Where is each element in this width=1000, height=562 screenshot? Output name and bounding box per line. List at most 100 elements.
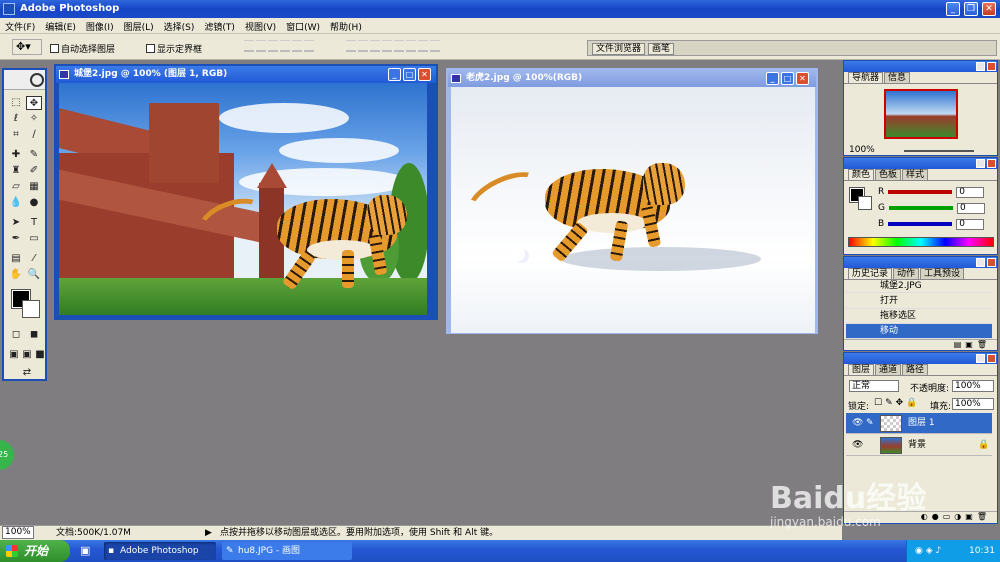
tab-color[interactable]: 颜色 (848, 169, 875, 180)
document-window-castle[interactable]: 城堡2.jpg @ 100% (图层 1, RGB) _ □ ✕ (54, 64, 438, 320)
path-select-icon[interactable]: ➤ (8, 216, 24, 230)
lasso-tool-icon[interactable]: ℓ (8, 112, 24, 126)
tab-layers[interactable]: 图层 (848, 364, 875, 375)
tiger-layer[interactable] (192, 190, 417, 305)
doc-minimize-button[interactable]: _ (766, 72, 779, 85)
minimize-button[interactable]: _ (946, 2, 960, 16)
panel-background-swatch[interactable] (858, 196, 872, 210)
tool-preset-picker[interactable]: ✥▾ (12, 39, 42, 55)
zoom-tool-icon[interactable]: 🔍 (26, 268, 42, 282)
doc-minimize-button[interactable]: _ (388, 68, 401, 81)
eraser-tool-icon[interactable]: ▱ (8, 180, 24, 194)
tab-file-browser[interactable]: 文件浏览器 (592, 43, 646, 55)
color-spectrum-bar[interactable] (848, 237, 994, 247)
history-item-move[interactable]: 移动 (846, 324, 992, 339)
lock-icons[interactable]: ☐✎✥🔒 (874, 398, 920, 408)
panel-minimize-button[interactable] (976, 159, 985, 168)
tab-history[interactable]: 历史记录 (848, 268, 893, 279)
panel-close-button[interactable] (987, 62, 996, 71)
tab-swatches[interactable]: 色板 (875, 169, 902, 180)
history-item-drag-selection[interactable]: 拖移选区 (846, 309, 992, 324)
tab-channels[interactable]: 通道 (875, 364, 902, 375)
tab-brushes[interactable]: 画笔 (648, 43, 675, 55)
history-item-open[interactable]: 打开 (846, 294, 992, 309)
tab-styles[interactable]: 样式 (902, 169, 929, 180)
start-button[interactable]: 开始 (0, 540, 70, 562)
status-arrow-icon[interactable]: ▶ (205, 526, 212, 540)
tab-paths[interactable]: 路径 (902, 364, 929, 375)
green-value[interactable]: 0 (956, 202, 985, 214)
move-tool-icon[interactable]: ✥ (26, 96, 42, 110)
show-bounds-checkbox[interactable]: 显示定界框 (146, 42, 202, 55)
castle-canvas[interactable] (59, 83, 427, 315)
history-footer-buttons[interactable]: ▤▣🗑 (844, 339, 997, 350)
slice-tool-icon[interactable]: ∕ (26, 128, 42, 142)
fill-field[interactable]: 100% (952, 398, 994, 410)
tab-info[interactable]: 信息 (884, 72, 911, 83)
type-tool-icon[interactable]: T (26, 216, 42, 230)
blend-mode-select[interactable]: 正常 (849, 380, 899, 392)
crop-tool-icon[interactable]: ⌗ (8, 128, 24, 142)
layer-row-layer1[interactable]: 👁 ✎ 图层 1 (846, 413, 992, 434)
magic-wand-icon[interactable]: ✧ (26, 112, 42, 126)
menu-help[interactable]: 帮助(H) (325, 18, 367, 35)
doc-maximize-button[interactable]: □ (403, 68, 416, 81)
red-slider[interactable] (888, 190, 953, 194)
doc-close-button[interactable]: ✕ (796, 72, 809, 85)
green-slider-row[interactable]: G0 (878, 202, 985, 214)
blue-slider[interactable] (888, 222, 953, 226)
menu-edit[interactable]: 编辑(E) (40, 18, 81, 35)
restore-button[interactable]: ❐ (964, 2, 978, 16)
document-window-tiger[interactable]: 老虎2.jpg @ 100%(RGB) _ □ ✕ (446, 68, 818, 334)
tray-icons[interactable]: ◉ ◈ ♪ (915, 540, 941, 562)
imageready-jump-icon[interactable]: ⇄ (14, 366, 40, 380)
menu-select[interactable]: 选择(S) (159, 18, 200, 35)
pen-tool-icon[interactable]: ✒ (8, 232, 24, 246)
history-snapshot[interactable]: 城堡2.JPG (846, 281, 992, 293)
healing-brush-icon[interactable]: ✚ (8, 148, 24, 162)
clone-stamp-icon[interactable]: ♜ (8, 164, 24, 178)
doc-close-button[interactable]: ✕ (418, 68, 431, 81)
task-photoshop[interactable]: ▪ Adobe Photoshop (104, 542, 216, 560)
distribute-buttons[interactable] (346, 40, 440, 54)
layer-row-background[interactable]: 👁 背景 🔒 (846, 435, 992, 456)
gradient-tool-icon[interactable]: ▦ (26, 180, 42, 194)
dodge-tool-icon[interactable]: ● (26, 196, 42, 210)
navigator-thumbnail[interactable] (884, 89, 958, 139)
red-value[interactable]: 0 (956, 186, 985, 198)
opacity-field[interactable]: 100% (952, 380, 994, 392)
tab-tool-presets[interactable]: 工具预设 (920, 268, 965, 279)
menu-file[interactable]: 文件(F) (0, 18, 40, 35)
side-badge[interactable]: 25 (0, 440, 14, 470)
panel-minimize-button[interactable] (976, 258, 985, 267)
task-paint[interactable]: ✎ hu8.JPG - 画图 (222, 542, 352, 560)
quick-mask-icon[interactable]: ◼ (26, 328, 42, 342)
history-brush-icon[interactable]: ✐ (26, 164, 42, 178)
navigator-zoom-slider[interactable] (904, 150, 974, 152)
panel-close-button[interactable] (987, 354, 996, 363)
align-buttons[interactable] (244, 40, 314, 54)
doc-maximize-button[interactable]: □ (781, 72, 794, 85)
status-zoom[interactable]: 100% (2, 526, 34, 539)
tiger-canvas[interactable] (451, 87, 815, 333)
marquee-tool-icon[interactable]: ⬚ (8, 96, 24, 110)
tab-actions[interactable]: 动作 (893, 268, 920, 279)
brush-tool-icon[interactable]: ✎ (26, 148, 42, 162)
notes-tool-icon[interactable]: ▤ (8, 252, 24, 266)
eye-icon[interactable]: 👁 (852, 435, 863, 456)
tab-navigator[interactable]: 导航器 (848, 72, 884, 83)
menu-view[interactable]: 视图(V) (240, 18, 281, 35)
eye-icon[interactable]: 👁 (852, 413, 863, 434)
navigator-zoom-value[interactable]: 100% (847, 145, 881, 157)
background-color-swatch[interactable] (22, 300, 40, 318)
standard-mode-icon[interactable]: ◻ (8, 328, 24, 342)
screen-mode-full-icon[interactable]: ■ (32, 348, 48, 362)
close-button[interactable]: ✕ (982, 2, 996, 16)
blue-value[interactable]: 0 (956, 218, 985, 230)
document-title-bar[interactable]: 城堡2.jpg @ 100% (图层 1, RGB) _ □ ✕ (56, 66, 436, 83)
panel-close-button[interactable] (987, 159, 996, 168)
auto-select-checkbox[interactable]: 自动选择图层 (50, 42, 115, 55)
quick-launch-icon[interactable]: ▣ (80, 544, 90, 557)
menu-image[interactable]: 图像(I) (81, 18, 119, 35)
hand-tool-icon[interactable]: ✋ (8, 268, 24, 282)
